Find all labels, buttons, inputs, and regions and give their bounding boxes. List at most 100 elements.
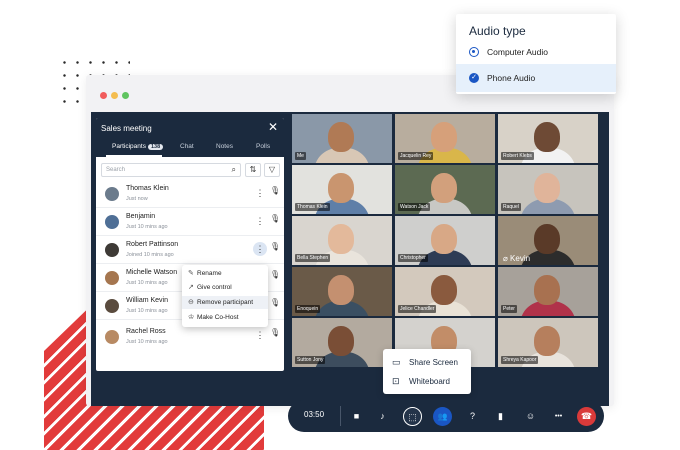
video-name-label: Watson Jack xyxy=(398,203,431,211)
close-icon[interactable]: ✕ xyxy=(268,121,278,133)
video-name-label: Shreya Kapoor xyxy=(501,356,539,364)
minimize-window-dot-icon[interactable] xyxy=(111,92,118,99)
video-tile[interactable]: Peter xyxy=(498,267,598,316)
meeting-timer: 03:50 xyxy=(304,410,325,419)
more-options-icon[interactable]: ⋮ xyxy=(254,215,266,227)
video-tile[interactable]: Thomas Klein xyxy=(292,165,392,214)
remove-icon: ⊖ xyxy=(188,299,194,306)
monitor-icon: ▭ xyxy=(392,357,401,367)
video-tile[interactable]: Bella Stephen xyxy=(292,216,392,265)
video-grid: Me Jacquelin Rey Robert Klebs Thomas Klein W… xyxy=(292,114,600,367)
search-icon: ⌕ xyxy=(231,165,236,174)
avatar xyxy=(105,187,119,201)
participant-head xyxy=(534,275,560,305)
participants-icon[interactable]: 👥 xyxy=(433,407,452,426)
video-name-label: Thomas Klein xyxy=(295,203,330,211)
mic-off-icon[interactable]: 🎙 xyxy=(270,270,280,279)
participant-head xyxy=(431,224,457,254)
more-icon[interactable]: ••• xyxy=(549,407,568,426)
participant-head xyxy=(328,122,354,152)
menu-item-label: Rename xyxy=(197,270,222,277)
video-name-label: Christopher xyxy=(398,254,428,262)
video-tile[interactable]: Robert Klebs xyxy=(498,114,598,163)
computer-audio-option[interactable]: Computer Audio xyxy=(456,40,616,64)
video-tile[interactable]: Raquel xyxy=(498,165,598,214)
tab-notes[interactable]: Notes xyxy=(216,143,233,150)
more-options-icon[interactable]: ⋮ xyxy=(254,187,266,199)
panel-title: Sales meeting xyxy=(101,124,152,133)
participant-head xyxy=(431,122,457,152)
participant-row[interactable]: Robert Pattinson Joined 10 mins ago ⋮ 🎙 xyxy=(96,236,284,264)
sort-icon: ⇅ xyxy=(249,165,257,174)
check-icon: ✓ xyxy=(469,73,479,83)
tab-polls[interactable]: Polls xyxy=(256,143,270,150)
maximize-window-dot-icon[interactable] xyxy=(122,92,129,99)
sort-button[interactable]: ⇅ xyxy=(245,163,261,177)
question-icon[interactable]: ? xyxy=(463,407,482,426)
camera-icon[interactable]: ■ xyxy=(347,407,366,426)
participant-head xyxy=(534,224,560,254)
mic-off-icon[interactable]: 🎙 xyxy=(270,186,280,195)
participant-head xyxy=(328,224,354,254)
pointer-icon: ↗ xyxy=(188,284,194,291)
video-tile[interactable]: Christopher xyxy=(395,216,495,265)
search-input[interactable]: Search ⌕ xyxy=(101,163,241,177)
video-name-label: Me xyxy=(295,152,306,160)
share-screen-icon[interactable]: ⬚ xyxy=(403,407,422,426)
video-name-label: ⌀ Kevin xyxy=(503,254,531,263)
participant-status: Just 10 mins ago xyxy=(126,224,168,230)
more-options-icon[interactable]: ⋮ xyxy=(253,242,267,256)
video-tile[interactable]: Enoquein xyxy=(292,267,392,316)
video-tile[interactable]: Jacquelin Rey xyxy=(395,114,495,163)
video-name-label: Enoquein xyxy=(295,305,321,313)
option-label: Phone Audio xyxy=(487,73,536,83)
meeting-area: Sales meeting ✕ Participants 138 Chat Not… xyxy=(91,112,609,406)
participant-head xyxy=(328,275,354,305)
tab-chat[interactable]: Chat xyxy=(180,143,194,150)
participant-row[interactable]: Thomas Klein Just now ⋮ 🎙 xyxy=(96,180,284,208)
video-tile[interactable]: Watson Jack xyxy=(395,165,495,214)
video-tile[interactable]: Shreya Kapoor xyxy=(498,318,598,367)
tab-participants[interactable]: Participants 138 xyxy=(112,143,164,150)
video-tile[interactable]: Jelice Chandler xyxy=(395,267,495,316)
participant-name: Benjamin xyxy=(126,213,156,220)
participant-name: Thomas Klein xyxy=(126,185,169,192)
participants-panel: Sales meeting ✕ Participants 138 Chat Not… xyxy=(96,118,284,371)
video-tile[interactable]: ⌀ Kevin xyxy=(498,216,598,265)
participant-status: Just 10 mins ago xyxy=(126,280,168,286)
more-options-icon[interactable]: ⋮ xyxy=(254,329,266,341)
participant-status: Just now xyxy=(126,196,148,202)
menu-item-give-control[interactable]: ↗ Give control xyxy=(188,282,232,294)
panel-tabs: Participants 138 Chat Notes Polls xyxy=(96,142,284,157)
active-tab-underline xyxy=(106,155,162,157)
meeting-toolbar: 03:50 ■ ♪ ⬚ 👥? ▮ ☺ ••• ☎ xyxy=(288,400,604,432)
audio-type-popup: Audio type Computer Audio ✓ Phone Audio xyxy=(456,14,616,94)
filter-button[interactable]: ▽ xyxy=(264,163,280,177)
video-tile[interactable]: Sutton Jony xyxy=(292,318,392,367)
whiteboard-item[interactable]: ⊡ Whiteboard xyxy=(392,374,450,388)
mic-off-icon[interactable]: 🎙 xyxy=(270,214,280,223)
avatar xyxy=(105,243,119,257)
menu-item-rename[interactable]: ✎ Rename xyxy=(188,268,222,280)
mic-off-icon[interactable]: 🎙 xyxy=(270,298,280,307)
phone-audio-option[interactable]: ✓ Phone Audio xyxy=(456,64,616,92)
end-call-icon[interactable]: ☎ xyxy=(577,407,596,426)
video-tile[interactable]: Me xyxy=(292,114,392,163)
menu-item-make-co-host[interactable]: ♔ Make Co-Host xyxy=(188,312,239,324)
participant-name: Michelle Watson xyxy=(126,269,178,276)
participant-name: Robert Pattinson xyxy=(126,241,179,248)
reactions-icon[interactable]: ☺ xyxy=(521,407,540,426)
share-screen-item[interactable]: ▭ Share Screen xyxy=(392,355,458,369)
tab-label: Participants xyxy=(112,143,146,150)
app-window: Sales meeting ✕ Participants 138 Chat Not… xyxy=(86,75,614,406)
menu-item-label: Give control xyxy=(197,284,232,291)
avatar xyxy=(105,299,119,313)
participant-head xyxy=(431,275,457,305)
microphone-icon[interactable]: ♪ xyxy=(373,407,392,426)
close-window-dot-icon[interactable] xyxy=(100,92,107,99)
stats-icon[interactable]: ▮ xyxy=(491,407,510,426)
participant-row[interactable]: Benjamin Just 10 mins ago ⋮ 🎙 xyxy=(96,208,284,236)
mic-off-icon[interactable]: 🎙 xyxy=(270,242,280,251)
mic-off-icon[interactable]: 🎙 xyxy=(270,328,280,337)
menu-item-remove-participant[interactable]: ⊖ Remove participant xyxy=(188,297,253,309)
